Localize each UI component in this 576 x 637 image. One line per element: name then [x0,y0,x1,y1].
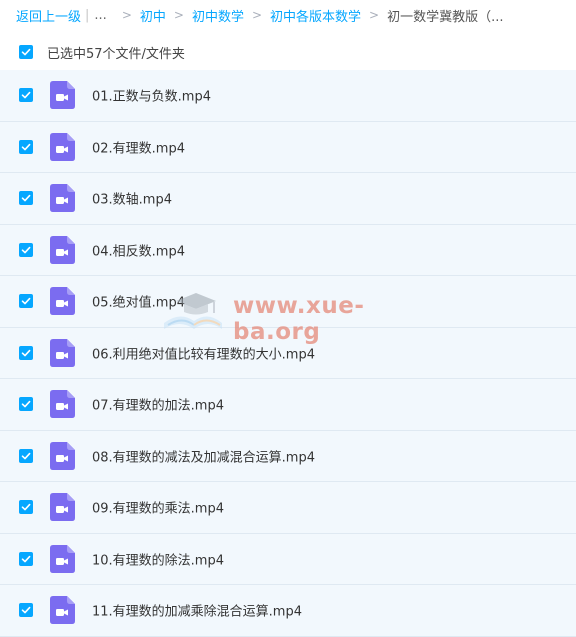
select-all-checkbox[interactable] [19,45,33,59]
file-name[interactable]: 06.利用绝对值比较有理数的大小.mp4 [92,343,315,362]
video-file-icon [50,132,75,161]
file-checkbox[interactable] [19,345,33,360]
chevron-right-icon: > [121,8,132,22]
breadcrumb: 返回上一级 | ... > 初中 > 初中数学 > 初中各版本数学 > 初一数学… [16,6,504,25]
file-checkbox[interactable] [19,397,33,412]
video-file-icon [50,287,75,316]
video-file-icon [50,544,75,573]
file-name[interactable]: 08.有理数的减法及加减混合运算.mp4 [92,446,315,465]
video-file-icon [50,390,75,419]
file-name[interactable]: 11.有理数的加减乘除混合运算.mp4 [92,601,302,620]
checkmark-icon [21,48,31,56]
file-name[interactable]: 09.有理数的乘法.mp4 [92,498,224,517]
checkmark-icon [21,401,31,408]
file-row[interactable]: 10.有理数的除法.mp4 [0,533,576,585]
checkmark-icon [21,92,31,99]
file-checkbox[interactable] [19,551,33,566]
file-checkbox[interactable] [19,242,33,257]
file-name[interactable]: 10.有理数的除法.mp4 [92,549,224,568]
file-name[interactable]: 05.绝对值.mp4 [92,292,185,311]
video-file-icon [50,235,75,264]
breadcrumb-divider: | [85,7,90,23]
checkmark-icon [21,452,31,460]
file-name[interactable]: 04.相反数.mp4 [92,240,185,259]
file-row[interactable]: 06.利用绝对值比较有理数的大小.mp4 [0,327,576,379]
breadcrumb-current: 初一数学冀教版（... [387,9,504,25]
file-row[interactable]: 08.有理数的减法及加减混合运算.mp4 [0,430,576,482]
file-row[interactable]: 01.正数与负数.mp4 [0,70,576,122]
video-file-icon [50,184,75,213]
checkmark-icon [21,195,31,202]
file-row[interactable]: 11.有理数的加减乘除混合运算.mp4 [0,585,576,637]
checkmark-icon [21,143,31,151]
checkmark-icon [21,504,31,511]
checkmark-icon [21,555,31,563]
file-checkbox[interactable] [19,448,33,463]
file-row[interactable]: 02.有理数.mp4 [0,121,576,173]
file-name[interactable]: 01.正数与负数.mp4 [92,86,211,105]
selection-header: 已选中57个文件/文件夹 [0,34,576,70]
file-checkbox[interactable] [19,603,33,618]
file-row[interactable]: 07.有理数的加法.mp4 [0,379,576,431]
file-checkbox[interactable] [19,191,33,206]
file-row[interactable]: 04.相反数.mp4 [0,224,576,276]
file-name[interactable]: 02.有理数.mp4 [92,137,185,156]
file-row[interactable]: 05.绝对值.mp4 [0,276,576,328]
file-name[interactable]: 07.有理数的加法.mp4 [92,395,224,414]
chevron-right-icon: > [369,8,380,22]
checkmark-icon [21,607,31,614]
file-checkbox[interactable] [19,500,33,515]
file-name[interactable]: 03.数轴.mp4 [92,189,172,208]
breadcrumb-item-3[interactable]: 初中各版本数学 [270,6,361,25]
selection-count-label: 已选中57个文件/文件夹 [47,46,185,62]
back-link[interactable]: 返回上一级 [16,6,81,25]
breadcrumb-ellipsis[interactable]: ... [94,8,106,23]
chevron-right-icon: > [251,8,263,22]
video-file-icon [50,596,75,625]
file-checkbox[interactable] [19,139,33,154]
file-checkbox[interactable] [19,294,33,309]
checkmark-icon [21,349,31,357]
checkmark-icon [21,298,31,305]
file-list: 01.正数与负数.mp4 02.有理数.mp4 03.数轴.mp4 04.相反数.mp… [0,70,576,637]
chevron-right-icon: > [173,8,184,22]
video-file-icon [50,493,75,522]
checkmark-icon [21,246,31,254]
file-row[interactable]: 09.有理数的乘法.mp4 [0,482,576,534]
video-file-icon [50,338,75,367]
file-checkbox[interactable] [19,88,33,103]
breadcrumb-item-2[interactable]: 初中数学 [192,6,244,25]
file-row[interactable]: 03.数轴.mp4 [0,173,576,225]
video-file-icon [50,81,75,110]
video-file-icon [50,441,75,470]
breadcrumb-item-1[interactable]: 初中 [140,6,166,25]
